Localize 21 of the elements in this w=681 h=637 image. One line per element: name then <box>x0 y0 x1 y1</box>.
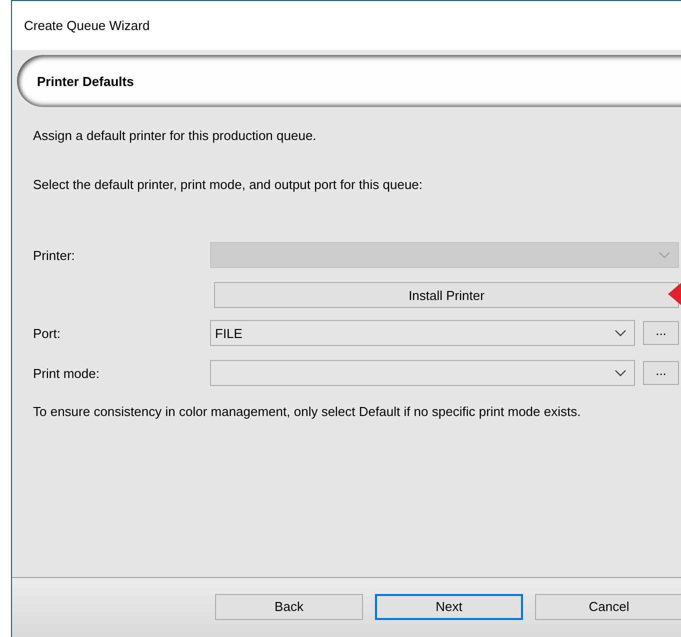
dropdown-value: FILE <box>215 326 242 340</box>
wizard-button[interactable]: Cancel <box>535 594 681 620</box>
wizard-button[interactable]: Back <box>215 594 363 620</box>
wizard-button[interactable]: Next <box>375 594 523 620</box>
chevron-down-icon <box>615 370 626 376</box>
pointer-arrow-icon <box>668 282 681 306</box>
install-printer-button[interactable]: Install Printer <box>214 282 679 308</box>
field-label: Printer: <box>33 248 76 262</box>
dropdown-field[interactable] <box>210 360 635 386</box>
browse-button[interactable]: ... <box>643 361 679 385</box>
chevron-down-icon <box>615 330 626 336</box>
note-text: To ensure consistency in color management, only select Default if no specific print mode exists. <box>33 404 582 419</box>
browse-button[interactable]: ... <box>643 321 679 345</box>
chevron-down-icon <box>659 252 670 258</box>
dropdown-field[interactable]: FILE <box>210 320 635 346</box>
instruction-text: Select the default printer, print mode, and output port for this queue: <box>33 177 424 192</box>
field-label: Print mode: <box>33 366 100 380</box>
window-title: Create Queue Wizard <box>24 18 150 33</box>
intro-text: Assign a default printer for this production queue. <box>33 128 318 143</box>
page-title: Printer Defaults <box>37 74 134 88</box>
field-label: Port: <box>33 326 62 340</box>
